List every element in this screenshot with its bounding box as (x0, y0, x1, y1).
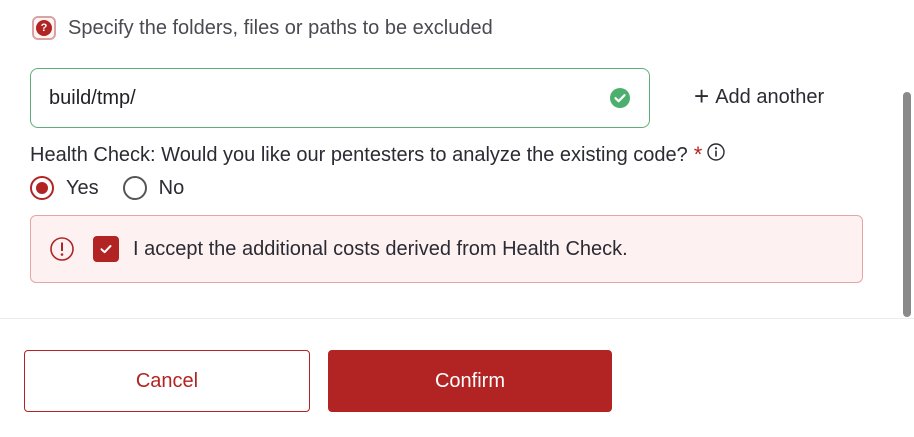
alert-circle-icon (50, 237, 74, 261)
radio-option-yes[interactable]: Yes (30, 176, 99, 200)
add-another-button[interactable]: + Add another (694, 81, 825, 111)
exclusions-help-text: Specify the folders, files or paths to b… (68, 16, 493, 39)
footer-divider (0, 318, 914, 319)
excluded-path-value[interactable]: build/tmp/ (49, 87, 609, 110)
scrollbar-thumb[interactable] (903, 92, 911, 317)
question-help-icon[interactable]: ? (32, 16, 56, 40)
health-check-question-text: Health Check: Would you like our pentest… (30, 144, 688, 166)
radio-yes[interactable] (30, 176, 54, 200)
radio-option-no[interactable]: No (122, 176, 185, 200)
exclusions-form: ? Specify the folders, files or paths to… (0, 0, 914, 437)
radio-yes-label: Yes (66, 176, 99, 199)
radio-no[interactable] (122, 176, 147, 200)
checkmark-icon (100, 245, 112, 254)
accept-costs-label: I accept the additional costs derived fr… (133, 237, 628, 260)
confirm-button[interactable]: Confirm (328, 350, 612, 412)
excluded-path-input[interactable]: build/tmp/ (30, 68, 650, 128)
health-check-options: Yes No (30, 176, 208, 200)
health-check-cost-warning: I accept the additional costs derived fr… (30, 215, 863, 283)
check-circle-icon (610, 88, 630, 108)
accept-costs-checkbox[interactable] (93, 236, 119, 262)
required-asterisk: * (693, 142, 703, 167)
info-icon[interactable] (706, 142, 726, 162)
add-another-label: Add another (715, 85, 825, 108)
cancel-button[interactable]: Cancel (24, 350, 310, 412)
exclusions-help: ? Specify the folders, files or paths to… (32, 16, 493, 40)
health-check-question: Health Check: Would you like our pentest… (30, 142, 726, 167)
plus-icon: + (694, 81, 710, 111)
radio-no-label: No (158, 176, 185, 199)
